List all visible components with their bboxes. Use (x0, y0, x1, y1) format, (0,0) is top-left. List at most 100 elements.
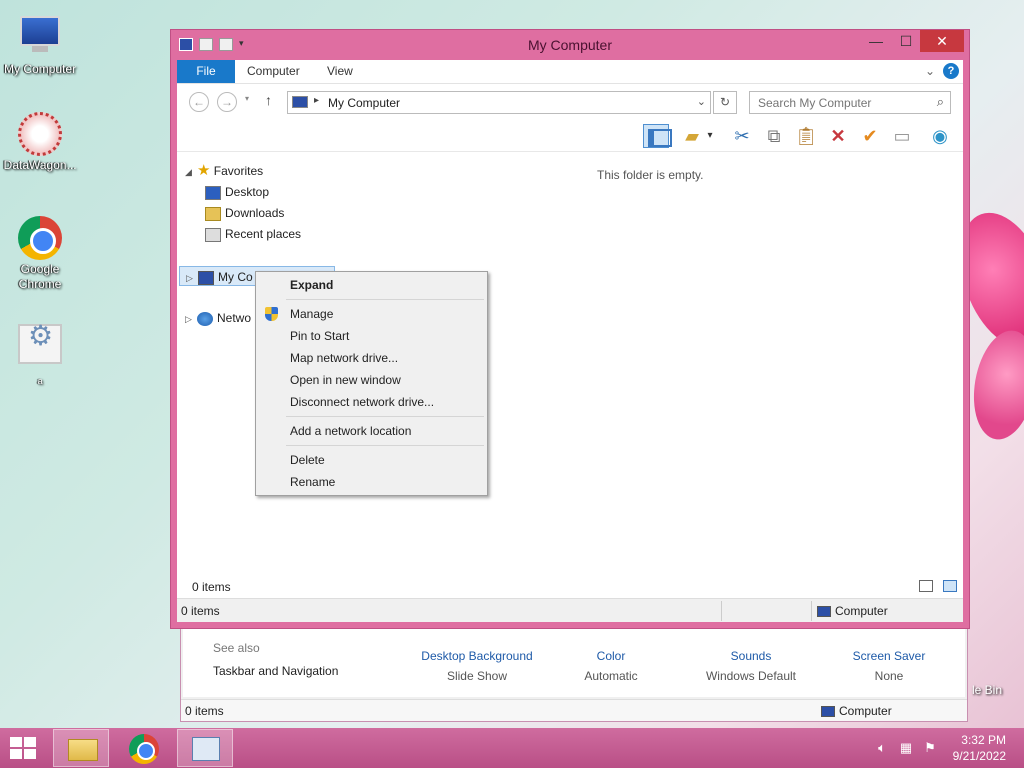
status-location: Computer (817, 604, 888, 618)
desktop-icon-label: Google Chrome (18, 262, 62, 291)
recent-places-icon (205, 227, 221, 242)
menu-item-expand[interactable]: Expand (258, 274, 485, 296)
start-button[interactable] (10, 737, 38, 761)
menu-item-rename[interactable]: Rename (258, 471, 485, 493)
personalization-status-bar: 0 items Computer (181, 699, 967, 721)
tree-item-desktop[interactable]: Desktop (205, 182, 269, 202)
taskbar-file-explorer[interactable] (53, 729, 109, 767)
desktop-icon-datawagon[interactable]: DataWagon... (2, 112, 78, 173)
taskbar-control-panel[interactable] (177, 729, 233, 767)
title-bar[interactable]: ▾ My Computer — ☐ ✕ (171, 30, 969, 60)
refresh-icon[interactable]: ↻ (713, 91, 737, 114)
address-bar[interactable]: ▸ My Computer ⌄ (287, 91, 711, 114)
menu-item-pin-to-start[interactable]: Pin to Start (258, 325, 485, 347)
desktop-icon-settings-shortcut[interactable]: a (2, 324, 78, 389)
folder-check-icon[interactable]: ▰ (679, 124, 705, 148)
forward-arrow-icon[interactable]: → (217, 92, 237, 112)
desktop-icon-label: a (37, 376, 43, 386)
sounds-item[interactable]: Sounds Windows Default (699, 649, 803, 683)
content-footer: 0 items (177, 576, 963, 598)
chrome-icon (129, 734, 159, 764)
wallpaper-flower-2 (965, 325, 1024, 445)
downloads-folder-icon (205, 206, 221, 221)
search-icon[interactable]: ⌕ (937, 94, 944, 110)
clock-time: 3:32 PM (961, 733, 1006, 747)
tree-item-downloads[interactable]: Downloads (205, 203, 284, 223)
recent-locations-chevron-icon[interactable]: ▾ (245, 94, 249, 103)
desktop-icon-label: My Computer (3, 62, 77, 76)
command-toolbar: ▰ ▾ ✂ ⧉ 📋︎ ✕ ✔ ▭ ◉ (177, 120, 963, 152)
menu-item-add-network-location[interactable]: Add a network location (258, 420, 485, 442)
taskbar: 🔈︎ ▦ ⚑ 3:32 PM 9/21/2022 (0, 728, 1024, 768)
minimize-button[interactable]: — (861, 30, 891, 52)
window-title: My Computer (527, 37, 613, 53)
navigation-bar: ← → ▾ ↑ ▸ My Computer ⌄ ↻ ⌕ (177, 84, 963, 120)
properties-icon[interactable]: ▭ (889, 124, 915, 148)
chevron-down-icon[interactable]: ⌄ (697, 95, 706, 108)
expand-arrow-icon[interactable]: ▷ (185, 309, 197, 329)
expand-arrow-icon[interactable]: ▷ (186, 268, 198, 288)
network-icon[interactable]: ▦ (898, 740, 914, 756)
expand-arrow-icon[interactable]: ◢ (185, 162, 197, 182)
chevron-down-icon[interactable]: ▾ (703, 124, 717, 148)
tab-file[interactable]: File (177, 60, 235, 83)
computer-icon (292, 96, 308, 108)
menu-item-delete[interactable]: Delete (258, 449, 485, 471)
screen-saver-item[interactable]: Screen Saver None (849, 649, 929, 683)
navigation-pane-icon[interactable] (643, 124, 672, 148)
control-panel-icon (192, 737, 220, 761)
tree-item-network[interactable]: ▷ Netwo (185, 308, 251, 328)
menu-item-open-new-window[interactable]: Open in new window (258, 369, 485, 391)
menu-item-map-network-drive[interactable]: Map network drive... (258, 347, 485, 369)
recycle-bin-label[interactable]: le Bin (972, 683, 1002, 697)
search-box[interactable]: ⌕ (749, 91, 951, 114)
chevron-down-icon[interactable]: ⌄ (925, 64, 935, 78)
rename-check-icon[interactable]: ✔ (857, 124, 883, 148)
taskbar-navigation-link[interactable]: Taskbar and Navigation (213, 664, 338, 678)
computer-icon (817, 606, 831, 618)
chevron-right-icon[interactable]: ▸ (314, 95, 319, 106)
action-center-icon[interactable]: ⚑ (922, 740, 938, 756)
status-divider (721, 601, 722, 621)
menu-separator (286, 445, 484, 446)
paste-icon[interactable]: 📋︎ (793, 124, 819, 148)
menu-item-disconnect-network-drive[interactable]: Disconnect network drive... (258, 391, 485, 413)
item-count: 0 items (192, 580, 231, 594)
desktop-icon-chrome[interactable]: Google Chrome (2, 216, 78, 292)
desktop-icon (205, 185, 221, 200)
tab-computer[interactable]: Computer (247, 60, 300, 83)
taskbar-chrome[interactable] (115, 729, 171, 767)
large-icons-view-icon[interactable] (943, 580, 957, 592)
computer-icon (18, 16, 62, 60)
volume-muted-icon[interactable]: 🔈︎ (874, 740, 890, 756)
tab-view[interactable]: View (327, 60, 353, 83)
close-button[interactable]: ✕ (920, 30, 964, 52)
details-view-icon[interactable] (919, 580, 933, 592)
context-menu: Expand Manage Pin to Start Map network d… (255, 271, 488, 496)
search-input[interactable] (750, 92, 920, 113)
windows-logo-icon (10, 737, 22, 747)
uac-shield-icon (265, 307, 278, 321)
shell-icon[interactable]: ◉ (927, 124, 953, 148)
tree-item-favorites[interactable]: ◢ ★ Favorites (185, 161, 263, 181)
up-arrow-icon[interactable]: ↑ (265, 92, 272, 108)
cut-icon[interactable]: ✂ (729, 124, 755, 148)
help-icon[interactable]: ? (943, 63, 959, 79)
chrome-icon (18, 216, 62, 260)
tree-item-recent-places[interactable]: Recent places (205, 224, 301, 244)
desktop-background-item[interactable]: Desktop Background Slide Show (419, 649, 535, 683)
status-bar: 0 items Computer (177, 598, 963, 622)
menu-separator (286, 299, 484, 300)
address-text: My Computer (328, 96, 401, 110)
star-icon: ★ (197, 162, 211, 179)
menu-item-manage[interactable]: Manage (258, 303, 485, 325)
copy-icon[interactable]: ⧉ (761, 124, 787, 148)
folder-icon (68, 739, 98, 761)
back-arrow-icon[interactable]: ← (189, 92, 209, 112)
clock[interactable]: 3:32 PM 9/21/2022 (953, 732, 1006, 764)
delete-icon[interactable]: ✕ (825, 124, 851, 148)
desktop-icon-my-computer[interactable]: My Computer (2, 10, 78, 77)
maximize-button[interactable]: ☐ (891, 30, 921, 52)
settings-gear-icon (18, 324, 62, 368)
color-item[interactable]: Color Automatic (581, 649, 641, 683)
